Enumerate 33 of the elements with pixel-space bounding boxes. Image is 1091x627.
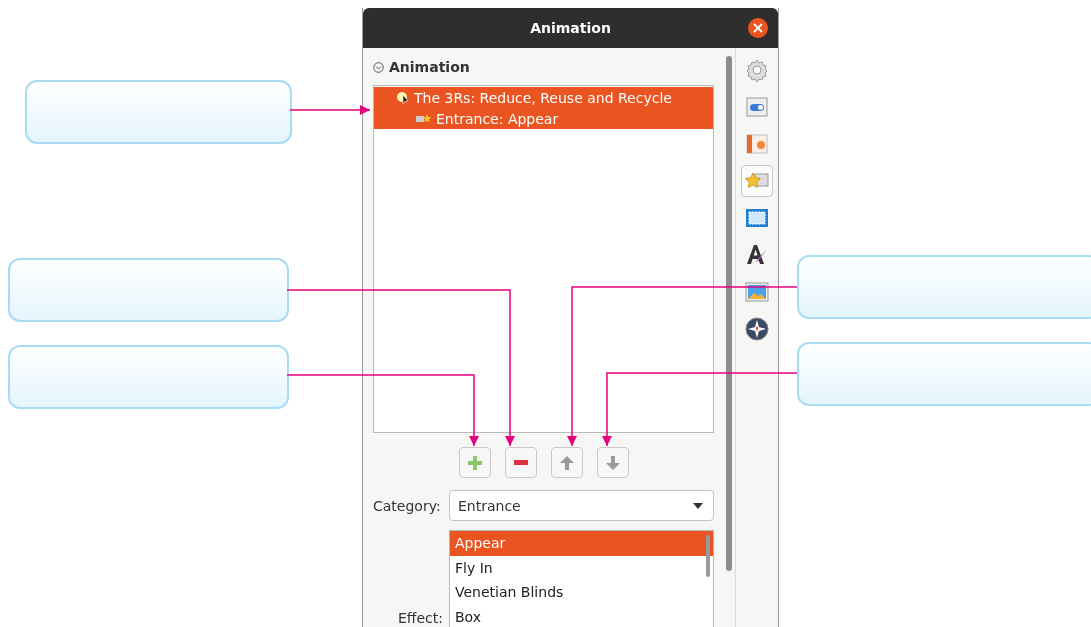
image-icon xyxy=(745,281,769,303)
effect-item[interactable]: Appear xyxy=(450,531,713,556)
plus-icon xyxy=(467,455,482,470)
category-label: Category: xyxy=(373,497,442,514)
toggle-icon xyxy=(746,97,768,117)
effect-item[interactable]: Fly In xyxy=(450,555,713,580)
up-arrow-icon xyxy=(559,455,574,470)
scrollbar-thumb[interactable] xyxy=(725,56,732,571)
category-dropdown[interactable]: Entrance xyxy=(449,490,714,521)
effect-item[interactable]: Box xyxy=(450,604,713,627)
scrollbar-thumb[interactable] xyxy=(706,535,710,577)
animation-list-item[interactable]: Entrance: Appear xyxy=(374,108,713,129)
effect-label: Effect: xyxy=(397,610,444,626)
section-title: Animation xyxy=(389,59,470,75)
effect-item[interactable]: Venetian Blinds xyxy=(450,580,713,605)
close-button[interactable] xyxy=(748,18,768,38)
slide-transition-icon xyxy=(745,208,769,228)
move-down-button[interactable] xyxy=(596,447,629,478)
bulb-icon xyxy=(396,90,410,105)
window-title: Animation xyxy=(530,20,611,36)
down-arrow-icon xyxy=(605,455,620,470)
add-button[interactable] xyxy=(458,447,491,478)
minus-icon xyxy=(513,460,528,465)
animation-list-item[interactable]: The 3Rs: Reduce, Reuse and Recycle xyxy=(374,87,713,108)
move-up-button[interactable] xyxy=(550,447,583,478)
caret-icon xyxy=(693,502,703,509)
settings-icon xyxy=(745,58,769,82)
remove-button[interactable] xyxy=(504,447,537,478)
close-icon xyxy=(753,23,763,33)
slide-icon xyxy=(746,134,768,154)
star-icon xyxy=(416,112,432,125)
compass-icon xyxy=(745,317,769,341)
collapse-icon[interactable] xyxy=(373,61,384,73)
